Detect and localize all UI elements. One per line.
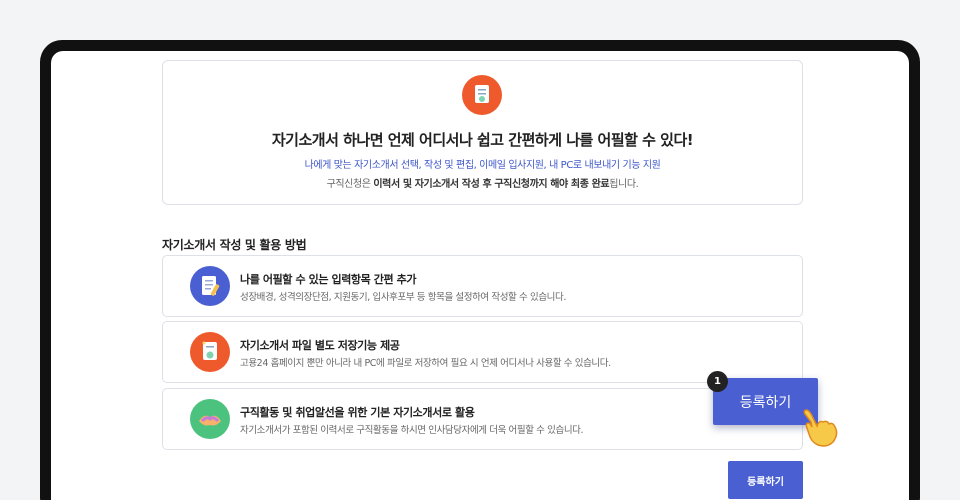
item-description: 고용24 홈페이지 뿐만 아니라 내 PC에 파일로 저장하여 필요 시 언제 …: [240, 358, 611, 369]
device-frame: 자기소개서 하나면 언제 어디서나 쉽고 간편하게 나를 어필할 수 있다! 나…: [40, 40, 920, 500]
section-title: 자기소개서 작성 및 활용 방법: [162, 238, 307, 252]
item-title: 자기소개서 파일 별도 저장기능 제공: [240, 339, 400, 352]
item-title: 구직활동 및 취업알선을 위한 기본 자기소개서로 활용: [240, 406, 475, 419]
list-item: 나를 어필할 수 있는 입력항목 간편 추가 성장배경, 성격의장단점, 지원동…: [162, 255, 803, 317]
edit-document-icon: [190, 266, 230, 306]
intro-feature-text: 나에게 맞는 자기소개서 선택, 작성 및 편집, 이메일 입사지원, 내 PC…: [304, 160, 661, 171]
intro-note: 구직신청은 이력서 및 자기소개서 작성 후 구직신청까지 해야 최종 완료됩니…: [326, 179, 639, 190]
handshake-icon: [190, 399, 230, 439]
register-button[interactable]: 등록하기: [728, 461, 803, 499]
save-document-icon: [190, 332, 230, 372]
pointing-hand-icon: [797, 404, 843, 450]
document-icon: [462, 75, 502, 115]
item-description: 자기소개서가 포함된 이력서로 구직활동을 하시면 인사담당자에게 더욱 어필할…: [240, 425, 584, 436]
list-item: 자기소개서 파일 별도 저장기능 제공 고용24 홈페이지 뿐만 아니라 내 P…: [162, 321, 803, 383]
list-item: 구직활동 및 취업알선을 위한 기본 자기소개서로 활용 자기소개서가 포함된 …: [162, 388, 803, 450]
step-badge: 1: [707, 371, 728, 392]
intro-card: 자기소개서 하나면 언제 어디서나 쉽고 간편하게 나를 어필할 수 있다! 나…: [162, 60, 803, 205]
item-title: 나를 어필할 수 있는 입력항목 간편 추가: [240, 273, 417, 286]
item-description: 성장배경, 성격의장단점, 지원동기, 입사후포부 등 항목을 설정하여 작성할…: [240, 292, 566, 303]
screen: 자기소개서 하나면 언제 어디서나 쉽고 간편하게 나를 어필할 수 있다! 나…: [51, 51, 909, 500]
intro-title: 자기소개서 하나면 언제 어디서나 쉽고 간편하게 나를 어필할 수 있다!: [271, 131, 694, 149]
